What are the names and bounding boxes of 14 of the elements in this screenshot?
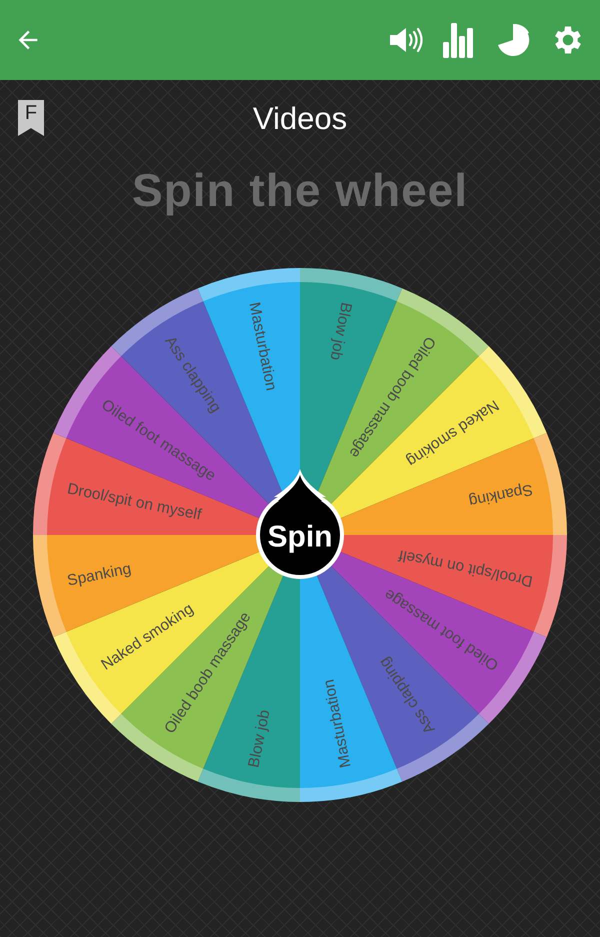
- segment-label: Blow job: [245, 708, 274, 770]
- segment-label: Drool/spit on myself: [66, 480, 203, 524]
- bookmark-badge[interactable]: F: [18, 100, 44, 136]
- wheel-heading: Spin the wheel: [132, 162, 468, 218]
- segment-label: Masturbation: [245, 300, 280, 392]
- page-title: Videos: [252, 100, 348, 138]
- segment-label: Spanking: [66, 560, 133, 590]
- bar-chart-icon[interactable]: [442, 22, 474, 58]
- segment-label: Spanking: [467, 480, 534, 510]
- segment-label: Drool/spit on myself: [397, 546, 534, 590]
- segment-label: Masturbation: [320, 678, 355, 770]
- pie-chart-icon[interactable]: [496, 23, 530, 57]
- speaker-icon[interactable]: [388, 25, 424, 55]
- segment-label: Blow job: [326, 300, 355, 362]
